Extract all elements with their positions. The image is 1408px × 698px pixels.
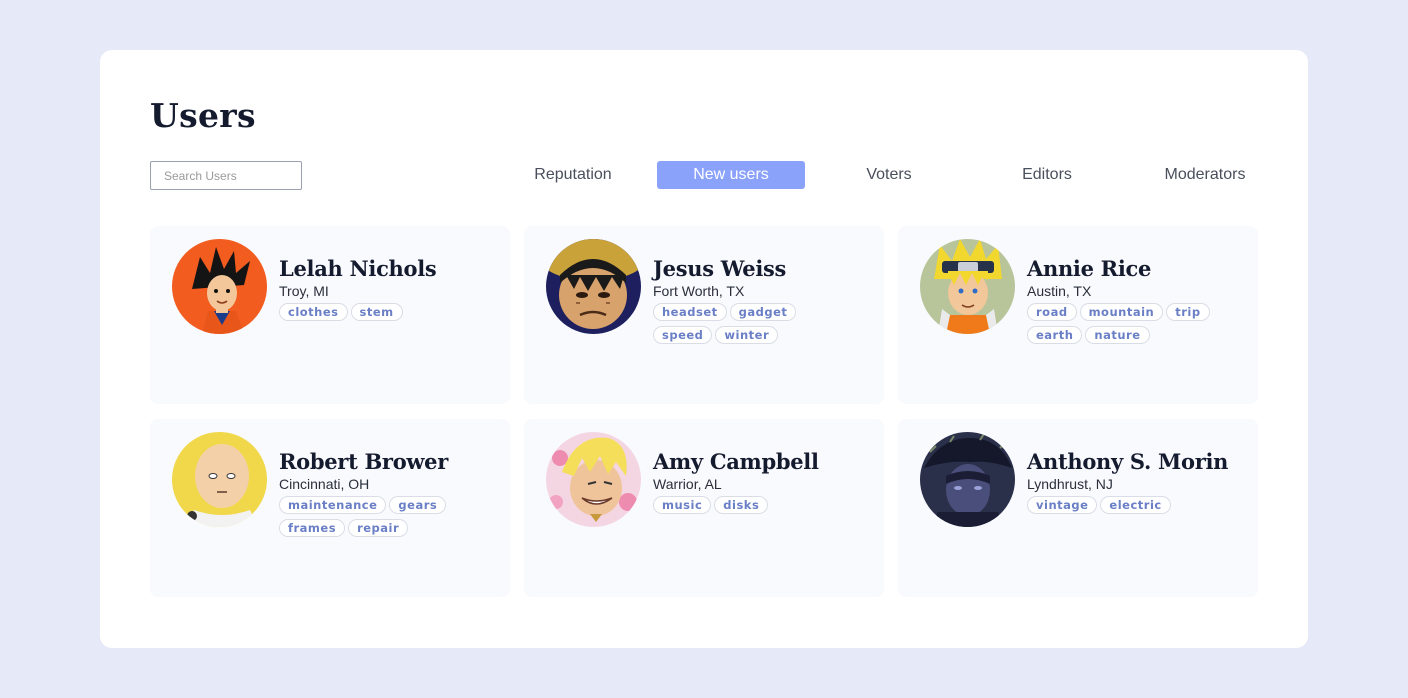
naruto-avatar-image	[920, 239, 1015, 334]
tag-list: road mountain trip earth nature	[1027, 303, 1227, 344]
user-name[interactable]: Amy Campbell	[653, 449, 875, 475]
tag[interactable]: stem	[350, 303, 403, 321]
tag[interactable]: winter	[715, 326, 779, 344]
avatar[interactable]	[920, 239, 1015, 334]
avatar[interactable]	[920, 432, 1015, 527]
user-name[interactable]: Jesus Weiss	[653, 256, 875, 282]
tab-moderators[interactable]: Moderators	[1131, 161, 1279, 189]
tag-list: music disks	[653, 496, 853, 514]
avatar[interactable]	[546, 432, 641, 527]
user-filter-tabs: Reputation New users Voters Editors Mode…	[499, 161, 1279, 189]
goku-avatar-image	[172, 239, 267, 334]
user-location: Cincinnati, OH	[279, 476, 370, 492]
saitama-avatar-image	[172, 432, 267, 527]
tag[interactable]: gadget	[729, 303, 797, 321]
tag[interactable]: trip	[1166, 303, 1210, 321]
tag[interactable]: gears	[389, 496, 447, 514]
page-title: Users	[150, 96, 256, 135]
user-card[interactable]: Anthony S. Morin Lyndhrust, NJ vintage e…	[898, 419, 1258, 597]
tag[interactable]: speed	[653, 326, 713, 344]
tab-voters[interactable]: Voters	[815, 161, 963, 189]
tag[interactable]: earth	[1027, 326, 1083, 344]
jotaro-avatar-image	[920, 432, 1015, 527]
user-info: Annie Rice Austin, TX road mountain trip…	[1027, 256, 1249, 344]
user-info: Jesus Weiss Fort Worth, TX headset gadge…	[653, 256, 875, 344]
user-card-grid: Lelah Nichols Troy, MI clothes stem Jesu…	[150, 226, 1258, 597]
user-location: Troy, MI	[279, 283, 329, 299]
tag-list: headset gadget speed winter	[653, 303, 853, 344]
user-info: Amy Campbell Warrior, AL music disks	[653, 449, 875, 514]
tag[interactable]: road	[1027, 303, 1077, 321]
search-input[interactable]	[150, 161, 302, 190]
tag-list: clothes stem	[279, 303, 479, 321]
tag-list: vintage electric	[1027, 496, 1227, 514]
user-card[interactable]: Annie Rice Austin, TX road mountain trip…	[898, 226, 1258, 404]
tag-list: maintenance gears frames repair	[279, 496, 479, 537]
user-name[interactable]: Robert Brower	[279, 449, 501, 475]
tab-new-users[interactable]: New users	[657, 161, 805, 189]
tag[interactable]: maintenance	[279, 496, 387, 514]
tab-reputation[interactable]: Reputation	[499, 161, 647, 189]
user-card[interactable]: Amy Campbell Warrior, AL music disks	[524, 419, 884, 597]
user-name[interactable]: Anthony S. Morin	[1027, 449, 1249, 475]
user-location: Warrior, AL	[653, 476, 722, 492]
avatar[interactable]	[172, 432, 267, 527]
user-location: Fort Worth, TX	[653, 283, 745, 299]
tab-editors[interactable]: Editors	[973, 161, 1121, 189]
tag[interactable]: disks	[714, 496, 769, 514]
user-location: Lyndhrust, NJ	[1027, 476, 1113, 492]
luffy-avatar-image	[546, 239, 641, 334]
sanji-avatar-image	[546, 432, 641, 527]
tag[interactable]: vintage	[1027, 496, 1098, 514]
user-card[interactable]: Lelah Nichols Troy, MI clothes stem	[150, 226, 510, 404]
user-card[interactable]: Robert Brower Cincinnati, OH maintenance…	[150, 419, 510, 597]
user-info: Lelah Nichols Troy, MI clothes stem	[279, 256, 501, 321]
tag[interactable]: frames	[279, 519, 346, 537]
tag[interactable]: repair	[348, 519, 409, 537]
user-name[interactable]: Annie Rice	[1027, 256, 1249, 282]
tag[interactable]: clothes	[279, 303, 348, 321]
users-panel: Users Reputation New users Voters Editor…	[100, 50, 1308, 648]
user-location: Austin, TX	[1027, 283, 1092, 299]
avatar[interactable]	[172, 239, 267, 334]
tag[interactable]: headset	[653, 303, 727, 321]
user-info: Robert Brower Cincinnati, OH maintenance…	[279, 449, 501, 537]
tag[interactable]: nature	[1085, 326, 1150, 344]
tag[interactable]: mountain	[1079, 303, 1164, 321]
user-name[interactable]: Lelah Nichols	[279, 256, 501, 282]
avatar[interactable]	[546, 239, 641, 334]
tag[interactable]: music	[653, 496, 712, 514]
user-card[interactable]: Jesus Weiss Fort Worth, TX headset gadge…	[524, 226, 884, 404]
tag[interactable]: electric	[1100, 496, 1171, 514]
user-info: Anthony S. Morin Lyndhrust, NJ vintage e…	[1027, 449, 1249, 514]
